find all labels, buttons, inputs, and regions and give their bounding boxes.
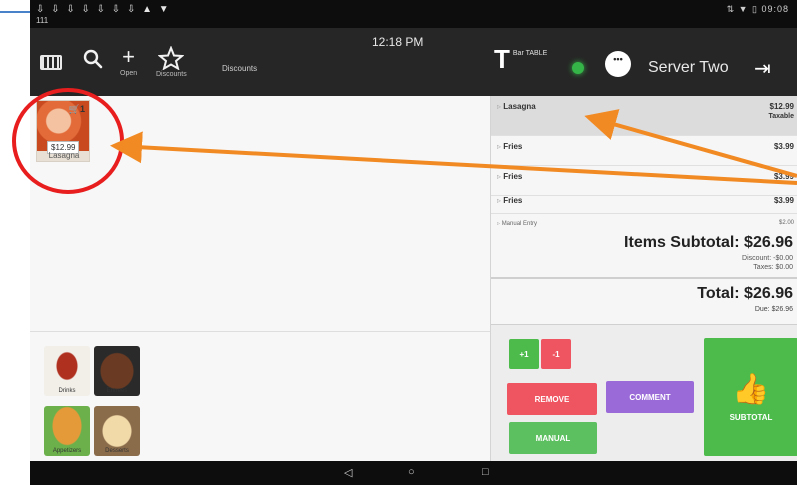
total-divider <box>491 277 797 279</box>
items-subtotal: Items Subtotal: $26.96 <box>624 234 793 251</box>
taxes-value: Taxes: $0.00 <box>753 264 793 271</box>
order-line-fries[interactable]: Fries $3.99 <box>491 190 797 214</box>
order-item-name: Fries <box>497 196 522 205</box>
order-item-name: Fries <box>497 142 522 151</box>
home-icon[interactable]: ○ <box>408 466 415 478</box>
thumbs-up-icon: 👍 <box>732 372 770 406</box>
order-total: Total: $26.96 <box>697 285 793 302</box>
category-entrees[interactable]: Entrees <box>94 346 140 396</box>
discount-value: Discount: -$0.00 <box>742 255 793 262</box>
logout-icon[interactable]: ⇥ <box>754 56 771 81</box>
discount-caption: Discounts <box>156 71 187 78</box>
order-item-taxable: Taxable <box>768 113 794 120</box>
android-nav-bar: ◁ ○ □ <box>30 461 797 485</box>
category-label: Drinks <box>58 388 76 394</box>
back-icon[interactable]: ◁ <box>344 466 352 479</box>
item-tile-lasagna[interactable]: 🛒1 $12.99 Lasagna <box>36 100 90 162</box>
category-drinks[interactable]: Drinks <box>44 346 90 396</box>
category-label: Entrees <box>106 388 128 394</box>
calculator-button[interactable] <box>40 50 62 70</box>
category-label: Desserts <box>105 448 129 454</box>
recents-icon[interactable]: □ <box>482 466 489 478</box>
item-tile-name: Lasagna <box>48 151 80 160</box>
calculator-icon <box>40 55 62 70</box>
order-panel: Lasagna $12.99 Taxable Fries $3.99 Fries… <box>490 96 797 461</box>
notification-icons: ⇩ ⇩ ⇩ ⇩ ⇩ ⇩ ⇩ ▲ ▼ <box>36 4 171 15</box>
pos-toolbar: 12:18 PM + Open Discounts Discounts T Ba… <box>30 28 797 96</box>
table-button[interactable]: T Bar TABLE <box>494 46 547 72</box>
category-label: Appetizers <box>52 448 82 454</box>
subtotal-label: SUBTOTAL <box>729 412 773 422</box>
category-grid: Drinks Entrees Appetizers Desserts <box>30 331 490 461</box>
discount-button[interactable]: Discounts <box>156 46 187 78</box>
increment-button[interactable]: +1 <box>509 339 539 369</box>
clock-time: 12:18 PM <box>372 35 424 49</box>
manual-button[interactable]: MANUAL <box>509 422 597 454</box>
tablet-screen: ⇩ ⇩ ⇩ ⇩ ⇩ ⇩ ⇩ ▲ ▼ 111 ⇅ ▼ ▯ 09:08 12:18 … <box>30 0 797 485</box>
table-icon: T <box>494 44 510 74</box>
add-caption: Open <box>120 70 138 77</box>
order-item-price: $2.00 <box>778 220 794 226</box>
amount-due: Due: $26.96 <box>754 306 793 313</box>
system-status-icons: ⇅ ▼ ▯ 09:08 <box>726 4 789 14</box>
comment-button[interactable]: COMMENT <box>606 381 694 413</box>
order-actions: +1 -1 REMOVE COMMENT MANUAL 👍 SUBTOTAL <box>491 324 797 461</box>
order-item-price: $3.99 <box>773 142 794 151</box>
order-item-price: $12.99 <box>769 102 794 111</box>
order-item-price: $3.99 <box>773 196 794 205</box>
cart-count-badge: 🛒1 <box>68 104 85 114</box>
more-icon: ••• <box>613 54 623 64</box>
remove-button[interactable]: REMOVE <box>507 383 597 415</box>
plus-icon: + <box>122 44 135 69</box>
subtotal-button[interactable]: 👍 SUBTOTAL <box>704 338 797 456</box>
server-name: Server Two <box>648 59 729 76</box>
search-button[interactable] <box>82 48 104 70</box>
order-item-name: Fries <box>497 172 522 181</box>
order-item-price: $3.99 <box>773 172 794 181</box>
add-item-button[interactable]: + Open <box>120 44 138 78</box>
category-desserts[interactable]: Desserts <box>94 406 140 456</box>
order-line-fries[interactable]: Fries $3.99 <box>491 136 797 166</box>
order-line-manual-entry[interactable]: Manual Entry $2.00 <box>491 214 797 236</box>
favorite-items-grid: 🛒1 $12.99 Lasagna <box>30 96 490 331</box>
order-item-name: Manual Entry <box>497 220 537 227</box>
online-status-indicator <box>572 62 584 74</box>
status-bar: ⇩ ⇩ ⇩ ⇩ ⇩ ⇩ ⇩ ▲ ▼ 111 ⇅ ▼ ▯ 09:08 <box>30 0 797 28</box>
star-icon <box>158 46 185 70</box>
order-item-name: Lasagna <box>497 102 535 111</box>
discount-label: Discounts <box>222 64 258 73</box>
table-name: Bar TABLE <box>512 50 548 57</box>
order-line-lasagna[interactable]: Lasagna $12.99 Taxable <box>491 96 797 136</box>
more-menu-button[interactable]: ••• <box>605 51 631 77</box>
category-appetizers[interactable]: Appetizers <box>44 406 90 456</box>
status-sub-text: 111 <box>36 16 49 25</box>
search-icon <box>83 49 103 69</box>
decrement-button[interactable]: -1 <box>541 339 571 369</box>
